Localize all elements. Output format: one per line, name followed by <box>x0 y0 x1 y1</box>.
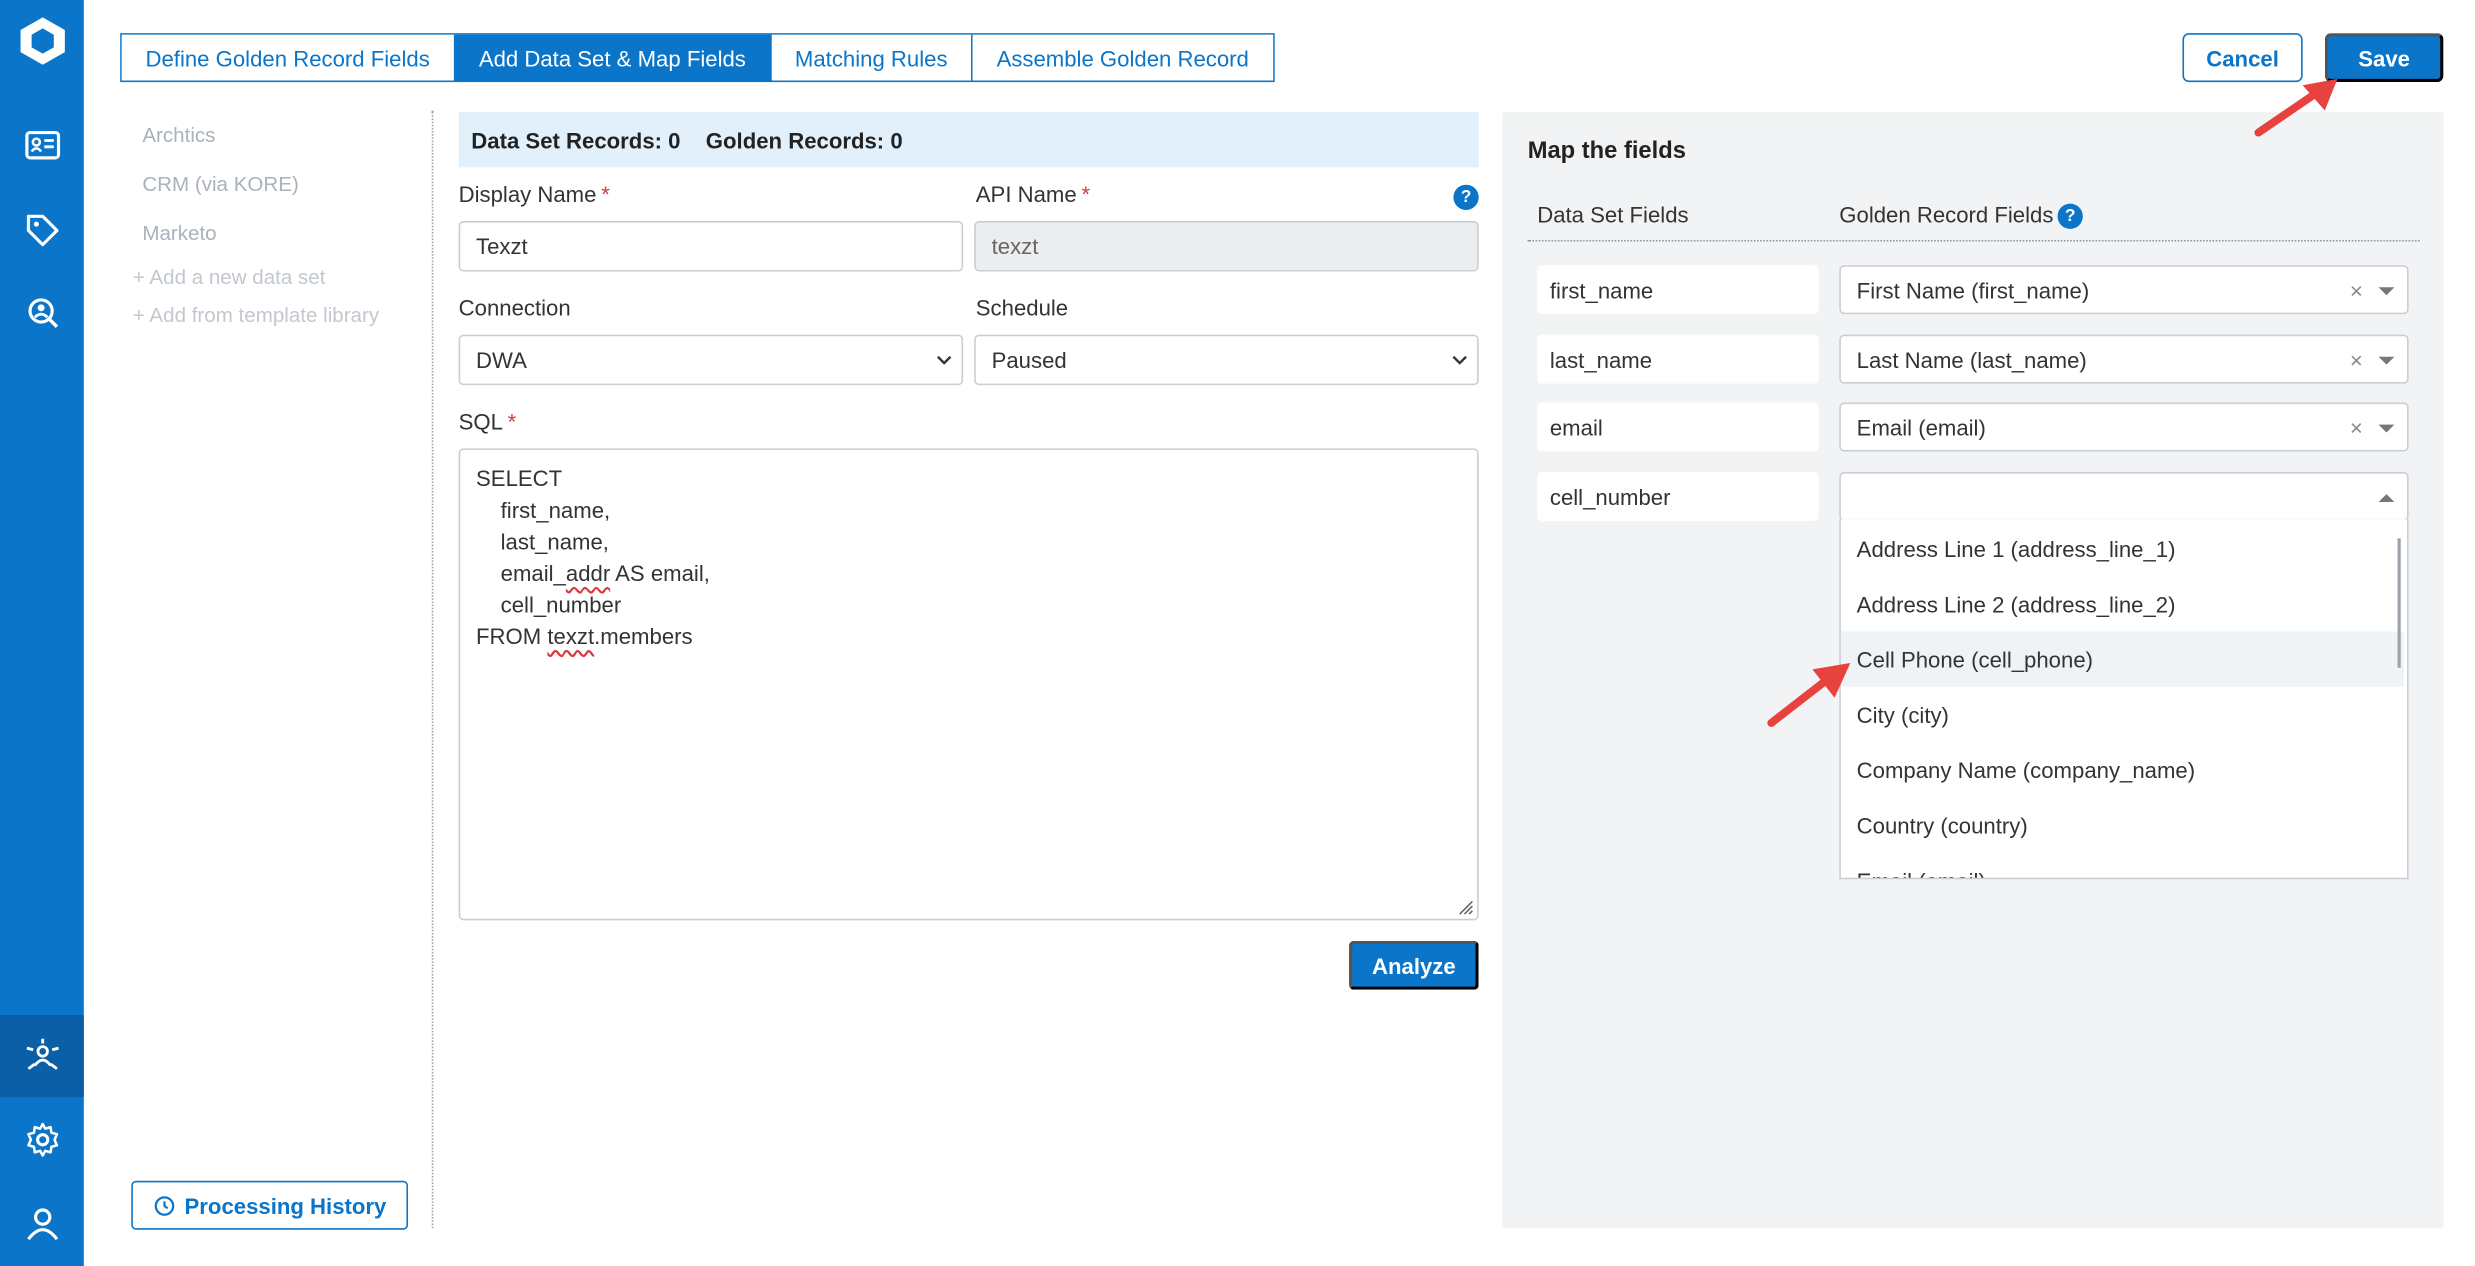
user-icon <box>26 1208 58 1241</box>
dataset-item[interactable]: Marketo <box>142 221 216 245</box>
required-mark: * <box>1081 181 1091 207</box>
chevron-down-icon <box>1452 355 1467 365</box>
app-window: Define Golden Record Fields Add Data Set… <box>0 0 2475 1266</box>
required-mark: * <box>601 181 610 207</box>
dropdown-option[interactable]: Company Name (company_name) <box>1841 742 2404 797</box>
dataset-item[interactable]: CRM (via KORE) <box>142 172 298 196</box>
annotation-arrow-icon <box>1767 663 1851 727</box>
rail-item-identity[interactable] <box>0 272 84 354</box>
dropdown-option[interactable]: Address Line 1 (address_line_1) <box>1841 521 2404 576</box>
rail-item-contacts[interactable] <box>0 104 84 186</box>
clear-icon[interactable]: × <box>2350 278 2363 303</box>
chevron-down-icon <box>936 355 952 365</box>
dropdown-option-highlighted[interactable]: Cell Phone (cell_phone) <box>1840 631 2404 687</box>
contact-card-icon <box>24 131 60 160</box>
tab-matching-rules[interactable]: Matching Rules <box>771 34 973 81</box>
dataset-field: last_name <box>1537 334 1819 384</box>
caret-up-icon[interactable] <box>2378 494 2395 502</box>
tag-icon <box>26 214 58 247</box>
connection-label: Connection <box>458 295 571 321</box>
user-search-icon <box>27 298 58 328</box>
golden-field-value: First Name (first_name) <box>1856 277 2090 303</box>
sql-label: SQL * <box>458 408 517 435</box>
tab-add-data-set-map-fields[interactable]: Add Data Set & Map Fields <box>455 34 772 81</box>
annotation-arrow-icon <box>2254 78 2338 137</box>
clear-icon[interactable]: × <box>2350 347 2363 372</box>
network-user-icon <box>25 1038 59 1070</box>
header-divider <box>1527 239 2420 242</box>
icon-rail <box>0 0 84 1266</box>
panel-divider <box>431 110 434 1229</box>
required-mark: * <box>507 408 517 435</box>
connection-select[interactable]: DWA <box>458 334 964 386</box>
dataset-fields-header: Data Set Fields <box>1537 202 1689 228</box>
tab-define-golden-record-fields[interactable]: Define Golden Record Fields <box>121 34 456 81</box>
help-icon[interactable]: ? <box>1453 184 1479 210</box>
gear-icon <box>26 1122 58 1157</box>
dropdown-option[interactable]: Address Line 2 (address_line_2) <box>1841 576 2404 631</box>
app-logo[interactable] <box>0 0 84 82</box>
analyze-button[interactable]: Analyze <box>1349 940 1479 990</box>
connection-value: DWA <box>476 347 527 373</box>
rail-item-profile[interactable] <box>0 1182 84 1264</box>
caret-down-icon[interactable] <box>2378 424 2395 433</box>
api-name-label: API Name * <box>975 181 1091 207</box>
rail-item-settings[interactable] <box>0 1099 84 1181</box>
schedule-value: Paused <box>991 347 1067 373</box>
golden-field-value: Last Name (last_name) <box>1856 346 2087 372</box>
golden-record-fields-header: Golden Record Fields <box>1839 202 2054 228</box>
dropdown-option[interactable]: Country (country) <box>1841 797 2404 852</box>
golden-records-count: Golden Records: 0 <box>705 127 903 153</box>
tab-assemble-golden-record[interactable]: Assemble Golden Record <box>972 34 1273 81</box>
add-from-template-link[interactable]: + Add from template library <box>133 303 379 327</box>
golden-field-select-open[interactable] <box>1839 472 2409 521</box>
golden-field-value: Email (email) <box>1856 414 1986 440</box>
golden-field-dropdown: Address Line 1 (address_line_1) Address … <box>1839 519 2409 880</box>
resize-handle-icon[interactable] <box>1455 897 1474 916</box>
dataset-field: cell_number <box>1537 472 1819 521</box>
logo-icon <box>19 17 65 65</box>
display-name-input[interactable]: Texzt <box>458 221 964 272</box>
dropdown-scrollbar[interactable] <box>2397 538 2401 668</box>
clear-icon[interactable]: × <box>2350 415 2363 440</box>
dropdown-option[interactable]: City (city) <box>1841 687 2404 742</box>
caret-down-icon[interactable] <box>2378 287 2395 296</box>
rail-item-tags[interactable] <box>0 189 84 271</box>
step-tabs: Define Golden Record Fields Add Data Set… <box>120 33 1275 83</box>
schedule-label: Schedule <box>975 295 1069 321</box>
display-name-label: Display Name * <box>458 181 610 207</box>
dropdown-option[interactable]: Email (email) <box>1841 852 2404 877</box>
help-icon[interactable]: ? <box>2057 203 2083 229</box>
map-fields-title: Map the fields <box>1527 137 1686 165</box>
golden-field-select[interactable]: Email (email) × <box>1839 402 2409 452</box>
schedule-select[interactable]: Paused <box>974 334 1479 386</box>
record-counts-banner: Data Set Records: 0 Golden Records: 0 <box>458 112 1479 168</box>
processing-history-label: Processing History <box>184 1192 387 1218</box>
rail-item-golden-record[interactable] <box>0 1015 84 1098</box>
dataset-item[interactable]: Archtics <box>142 123 215 147</box>
dataset-field: email <box>1537 402 1819 452</box>
dataset-records-count: Data Set Records: 0 <box>471 127 681 153</box>
golden-field-select[interactable]: First Name (first_name) × <box>1839 265 2409 315</box>
history-icon <box>154 1195 174 1216</box>
map-fields-panel: Map the fields Data Set Fields Golden Re… <box>1502 112 2444 1229</box>
sql-editor[interactable]: SELECT first_name, last_name, email_addr… <box>458 448 1479 921</box>
golden-field-select[interactable]: Last Name (last_name) × <box>1839 334 2409 384</box>
add-data-set-link[interactable]: + Add a new data set <box>133 265 326 289</box>
processing-history-button[interactable]: Processing History <box>131 1180 409 1230</box>
api-name-input: texzt <box>974 221 1479 272</box>
dataset-field: first_name <box>1537 265 1819 315</box>
caret-down-icon[interactable] <box>2378 356 2395 365</box>
